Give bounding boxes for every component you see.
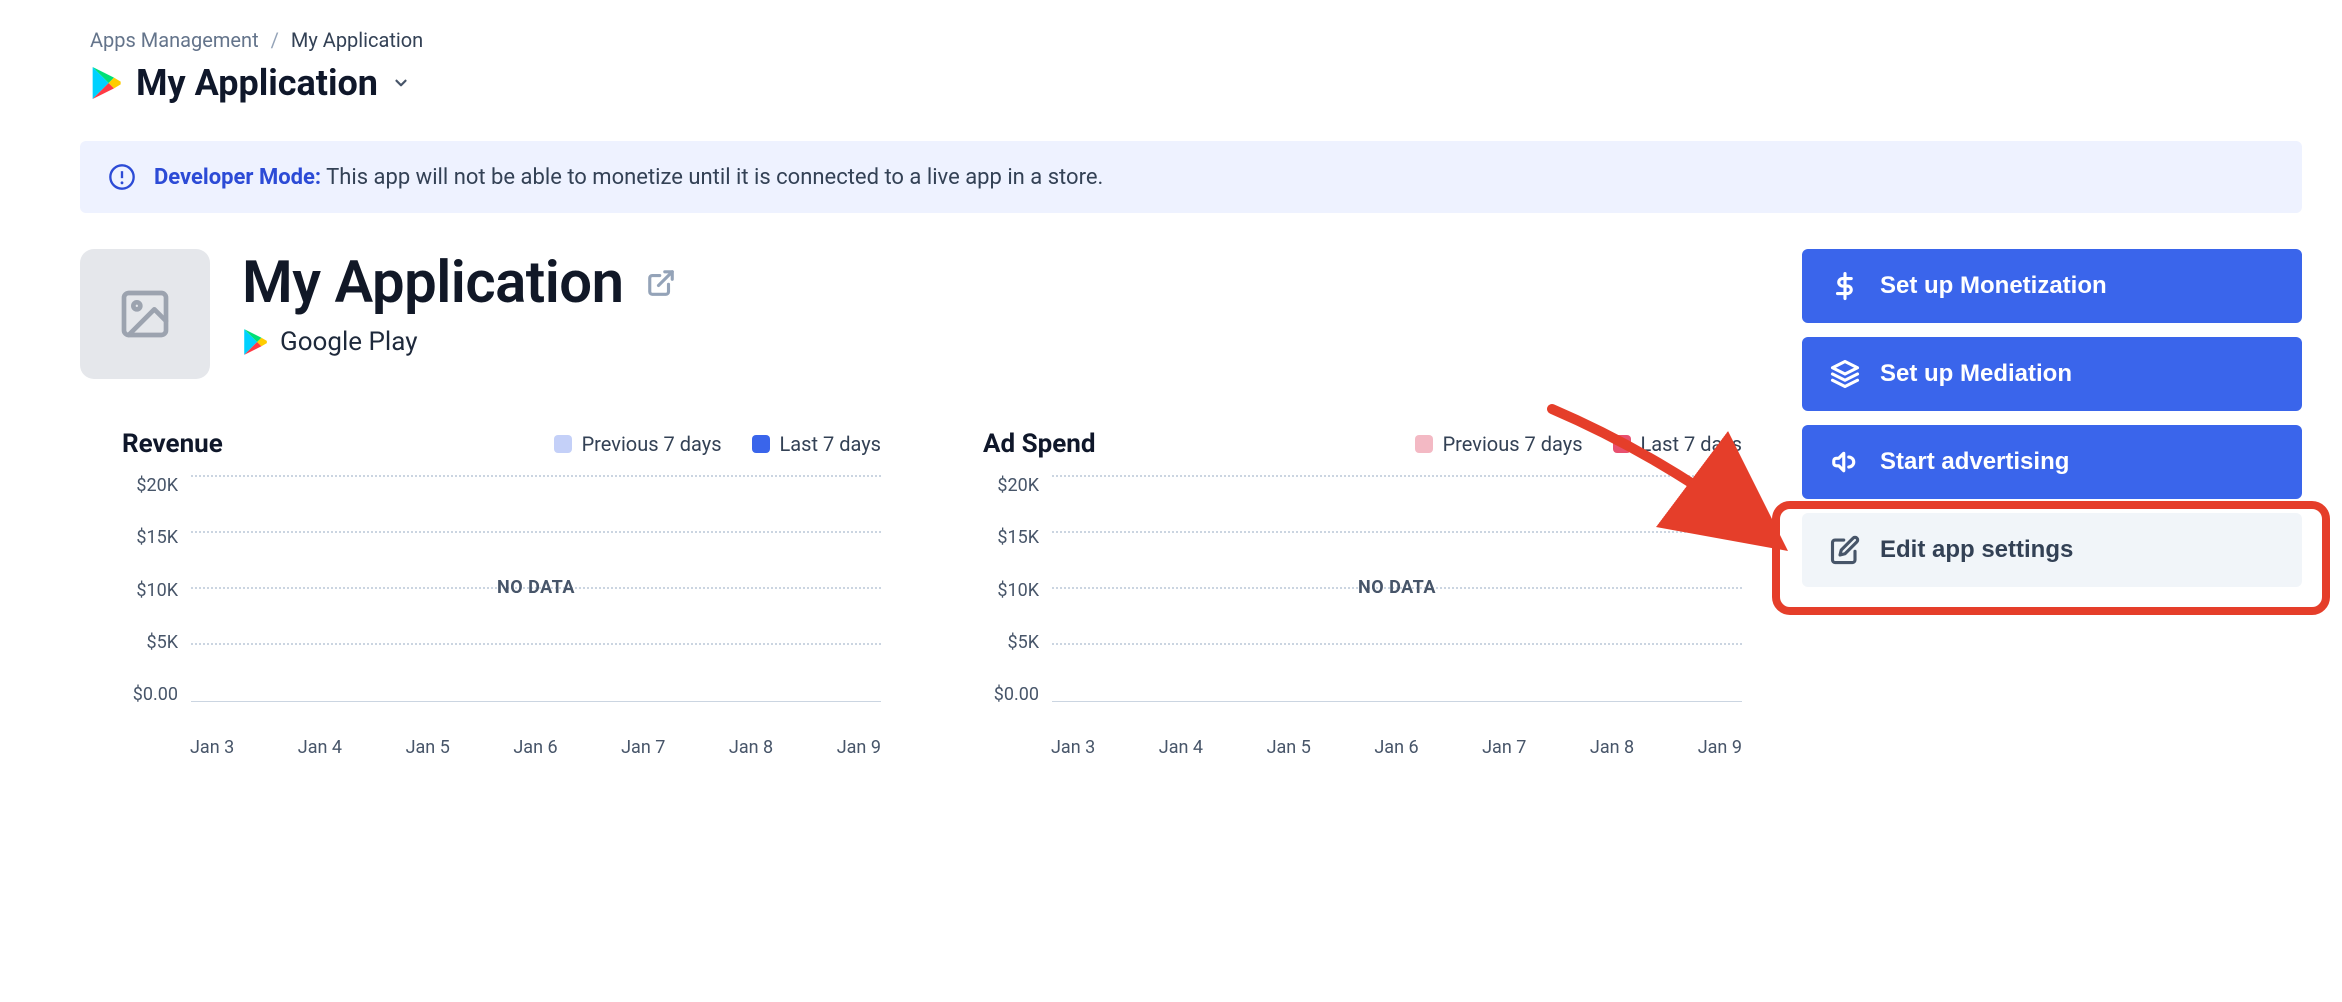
legend-item: Previous 7 days [554, 432, 722, 456]
legend-item: Previous 7 days [1415, 432, 1583, 456]
x-tick: Jan 8 [729, 737, 773, 758]
chart-x-axis: Jan 3 Jan 4 Jan 5 Jan 6 Jan 7 Jan 8 Jan … [80, 737, 881, 758]
chart-x-axis: Jan 3 Jan 4 Jan 5 Jan 6 Jan 7 Jan 8 Jan … [941, 737, 1742, 758]
x-tick: Jan 5 [1267, 737, 1311, 758]
button-label: Set up Monetization [1880, 272, 2107, 300]
x-tick: Jan 3 [1051, 737, 1095, 758]
breadcrumb: Apps Management / My Application [40, 28, 2302, 52]
legend-label: Previous 7 days [1443, 432, 1583, 456]
image-placeholder-icon [117, 286, 173, 342]
chart-no-data: NO DATA [1052, 577, 1742, 598]
legend-swatch-prev [1415, 435, 1433, 453]
x-tick: Jan 4 [298, 737, 342, 758]
chart-plot-adspend: NO DATA [1051, 469, 1742, 729]
button-label: Start advertising [1880, 448, 2069, 476]
app-switcher[interactable]: My Application [40, 62, 410, 104]
store-row: Google Play [242, 327, 676, 357]
chart-title-adspend: Ad Spend [941, 429, 1095, 459]
start-advertising-button[interactable]: Start advertising [1802, 425, 2302, 499]
chart-title-revenue: Revenue [80, 429, 223, 459]
button-label: Edit app settings [1880, 536, 2073, 564]
google-play-icon [242, 328, 268, 356]
y-tick: $0.00 [133, 684, 178, 705]
store-name: Google Play [280, 327, 418, 357]
chart-y-axis: $20K $15K $10K $5K $0.00 [80, 469, 190, 729]
legend-swatch-last [1613, 435, 1631, 453]
chart-plot-revenue: NO DATA [190, 469, 881, 729]
setup-monetization-button[interactable]: Set up Monetization [1802, 249, 2302, 323]
developer-mode-banner: Developer Mode: This app will not be abl… [80, 141, 2302, 213]
banner-message: Developer Mode: This app will not be abl… [154, 165, 1103, 190]
breadcrumb-separator: / [271, 28, 279, 52]
banner-text: This app will not be able to monetize un… [326, 165, 1103, 190]
y-tick: $5K [146, 632, 178, 653]
app-icon-placeholder [80, 249, 210, 379]
setup-mediation-button[interactable]: Set up Mediation [1802, 337, 2302, 411]
legend-label: Last 7 days [780, 432, 881, 456]
legend-item: Last 7 days [752, 432, 881, 456]
x-tick: Jan 9 [1698, 737, 1742, 758]
chart-legend-adspend: Previous 7 days Last 7 days [1415, 432, 1742, 456]
x-tick: Jan 7 [1482, 737, 1526, 758]
dollar-icon [1830, 271, 1860, 301]
edit-icon [1830, 535, 1860, 565]
y-tick: $15K [136, 527, 178, 548]
x-tick: Jan 9 [837, 737, 881, 758]
edit-app-settings-button[interactable]: Edit app settings [1802, 513, 2302, 587]
button-label: Set up Mediation [1880, 360, 2072, 388]
x-tick: Jan 5 [406, 737, 450, 758]
legend-label: Last 7 days [1641, 432, 1742, 456]
y-tick: $0.00 [994, 684, 1039, 705]
page-title: My Application [242, 249, 624, 317]
x-tick: Jan 6 [1374, 737, 1418, 758]
app-header: My Application Google Play [80, 249, 1742, 379]
chart-legend-revenue: Previous 7 days Last 7 days [554, 432, 881, 456]
chart-revenue: Revenue Previous 7 days Last 7 days [80, 429, 881, 758]
chart-y-axis: $20K $15K $10K $5K $0.00 [941, 469, 1051, 729]
legend-swatch-prev [554, 435, 572, 453]
x-tick: Jan 8 [1590, 737, 1634, 758]
external-link-icon[interactable] [646, 268, 676, 298]
y-tick: $5K [1007, 632, 1039, 653]
megaphone-icon [1830, 447, 1860, 477]
chart-adspend: Ad Spend Previous 7 days Last 7 days [941, 429, 1742, 758]
y-tick: $20K [136, 475, 178, 496]
chart-no-data: NO DATA [191, 577, 881, 598]
legend-swatch-last [752, 435, 770, 453]
x-tick: Jan 6 [513, 737, 557, 758]
info-icon [108, 163, 136, 191]
layers-icon [1830, 359, 1860, 389]
x-tick: Jan 4 [1159, 737, 1203, 758]
x-tick: Jan 7 [621, 737, 665, 758]
y-tick: $10K [997, 580, 1039, 601]
breadcrumb-current: My Application [291, 28, 423, 52]
y-tick: $20K [997, 475, 1039, 496]
chevron-down-icon [392, 74, 410, 92]
app-switcher-title: My Application [136, 62, 378, 104]
breadcrumb-root[interactable]: Apps Management [90, 28, 259, 52]
legend-item: Last 7 days [1613, 432, 1742, 456]
y-tick: $10K [136, 580, 178, 601]
banner-label: Developer Mode: [154, 165, 321, 190]
google-play-icon [90, 65, 122, 101]
legend-label: Previous 7 days [582, 432, 722, 456]
y-tick: $15K [997, 527, 1039, 548]
x-tick: Jan 3 [190, 737, 234, 758]
